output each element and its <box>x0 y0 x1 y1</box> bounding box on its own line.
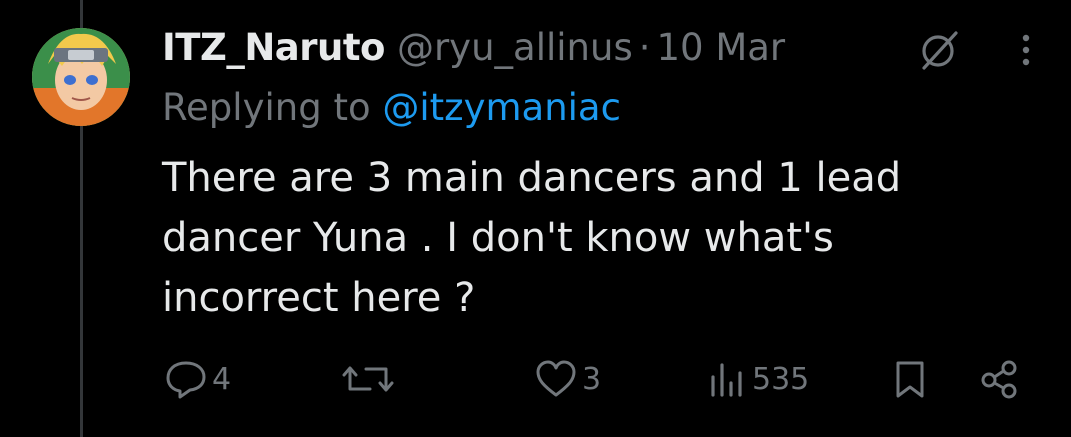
reply-icon <box>166 361 206 399</box>
replying-to: Replying to @itzymaniac <box>162 86 621 129</box>
views-icon <box>711 363 742 397</box>
replying-mention-link[interactable]: @itzymaniac <box>382 86 621 129</box>
bookmark-button[interactable] <box>890 354 930 404</box>
separator-dot: · <box>638 26 651 69</box>
retweet-button[interactable] <box>342 354 394 404</box>
views-button[interactable]: 535 <box>708 354 809 404</box>
more-icon <box>1022 34 1030 66</box>
avatar[interactable] <box>32 28 130 126</box>
like-count: 3 <box>582 361 602 397</box>
like-button[interactable]: 3 <box>534 354 601 404</box>
tweet-header: ITZ_Naruto @ryu_allinus · 10 Mar <box>162 26 785 76</box>
grok-icon <box>922 31 958 70</box>
reply-button[interactable]: 4 <box>164 354 231 404</box>
views-count: 535 <box>752 361 810 397</box>
more-button[interactable] <box>1006 26 1046 74</box>
reply-count: 4 <box>212 361 232 397</box>
retweet-icon <box>342 366 394 392</box>
avatar-image <box>32 28 130 126</box>
tweet-date[interactable]: 10 Mar <box>656 26 785 69</box>
user-handle[interactable]: @ryu_allinus <box>397 26 633 69</box>
heart-icon <box>536 360 576 397</box>
bookmark-icon <box>896 361 924 398</box>
action-bar: 4 3 535 <box>0 354 1071 404</box>
grok-button[interactable] <box>912 26 964 74</box>
replying-prefix: Replying to <box>162 86 371 129</box>
tweet-text: There are 3 main dancers and 1 lead danc… <box>162 155 902 321</box>
share-icon <box>981 360 1017 399</box>
share-button[interactable] <box>978 354 1022 404</box>
display-name[interactable]: ITZ_Naruto <box>162 26 385 69</box>
